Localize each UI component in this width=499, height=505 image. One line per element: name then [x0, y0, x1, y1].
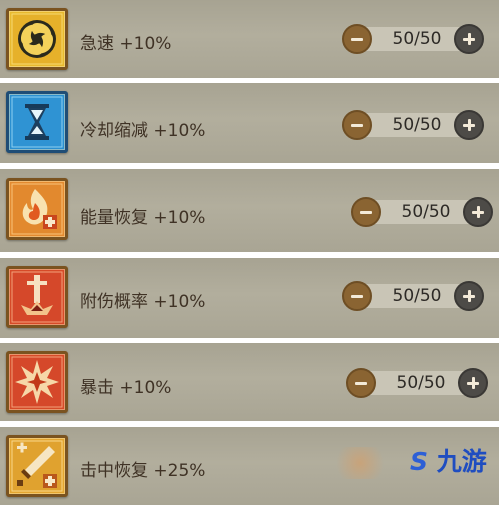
flame-plus-icon: [6, 178, 68, 240]
buff-counter: 50/50: [351, 197, 495, 227]
minus-button[interactable]: [342, 281, 372, 311]
sword-impact-icon: [6, 266, 68, 328]
buff-counter: 50/50: [342, 281, 486, 311]
buff-counter: 50/50: [342, 110, 486, 140]
buff-counter: 50/50: [342, 24, 486, 54]
buff-row-haste: 急速 +10% 50/50: [0, 0, 499, 78]
buff-value: 50/50: [396, 373, 446, 393]
plus-button[interactable]: [458, 368, 488, 398]
plus-button[interactable]: [454, 24, 484, 54]
buff-label: 能量恢复 +10%: [80, 208, 206, 228]
logo-glyph: S: [410, 447, 429, 476]
buff-row-extra-damage: 附伤概率 +10% 50/50: [0, 258, 499, 338]
sword-plus-icon: [6, 435, 68, 497]
plus-button[interactable]: [454, 110, 484, 140]
watermark-logo: S 九游: [410, 442, 487, 482]
buff-row-cooldown: 冷却缩减 +10% 50/50: [0, 83, 499, 163]
minus-button[interactable]: [351, 197, 381, 227]
blurred-counter: [330, 447, 390, 479]
buff-label: 暴击 +10%: [80, 378, 172, 398]
buff-value: 50/50: [401, 202, 451, 222]
buff-label: 冷却缩减 +10%: [80, 121, 206, 141]
buff-value: 50/50: [392, 29, 442, 49]
buff-label: 急速 +10%: [80, 34, 172, 54]
buff-label: 击中恢复 +25%: [80, 461, 206, 481]
swirl-icon: [6, 8, 68, 70]
buff-label: 附伤概率 +10%: [80, 292, 206, 312]
buff-counter: 50/50: [346, 368, 490, 398]
buff-row-energy: 能量恢复 +10% 50/50: [0, 169, 499, 252]
watermark-text: 九游: [436, 447, 487, 476]
burst-icon: [6, 351, 68, 413]
minus-button[interactable]: [342, 24, 372, 54]
buff-value: 50/50: [392, 115, 442, 135]
minus-button[interactable]: [342, 110, 372, 140]
hourglass-icon: [6, 91, 68, 153]
buff-row-crit: 暴击 +10% 50/50: [0, 343, 499, 421]
plus-button[interactable]: [454, 281, 484, 311]
minus-button[interactable]: [346, 368, 376, 398]
buff-value: 50/50: [392, 286, 442, 306]
plus-button[interactable]: [463, 197, 493, 227]
